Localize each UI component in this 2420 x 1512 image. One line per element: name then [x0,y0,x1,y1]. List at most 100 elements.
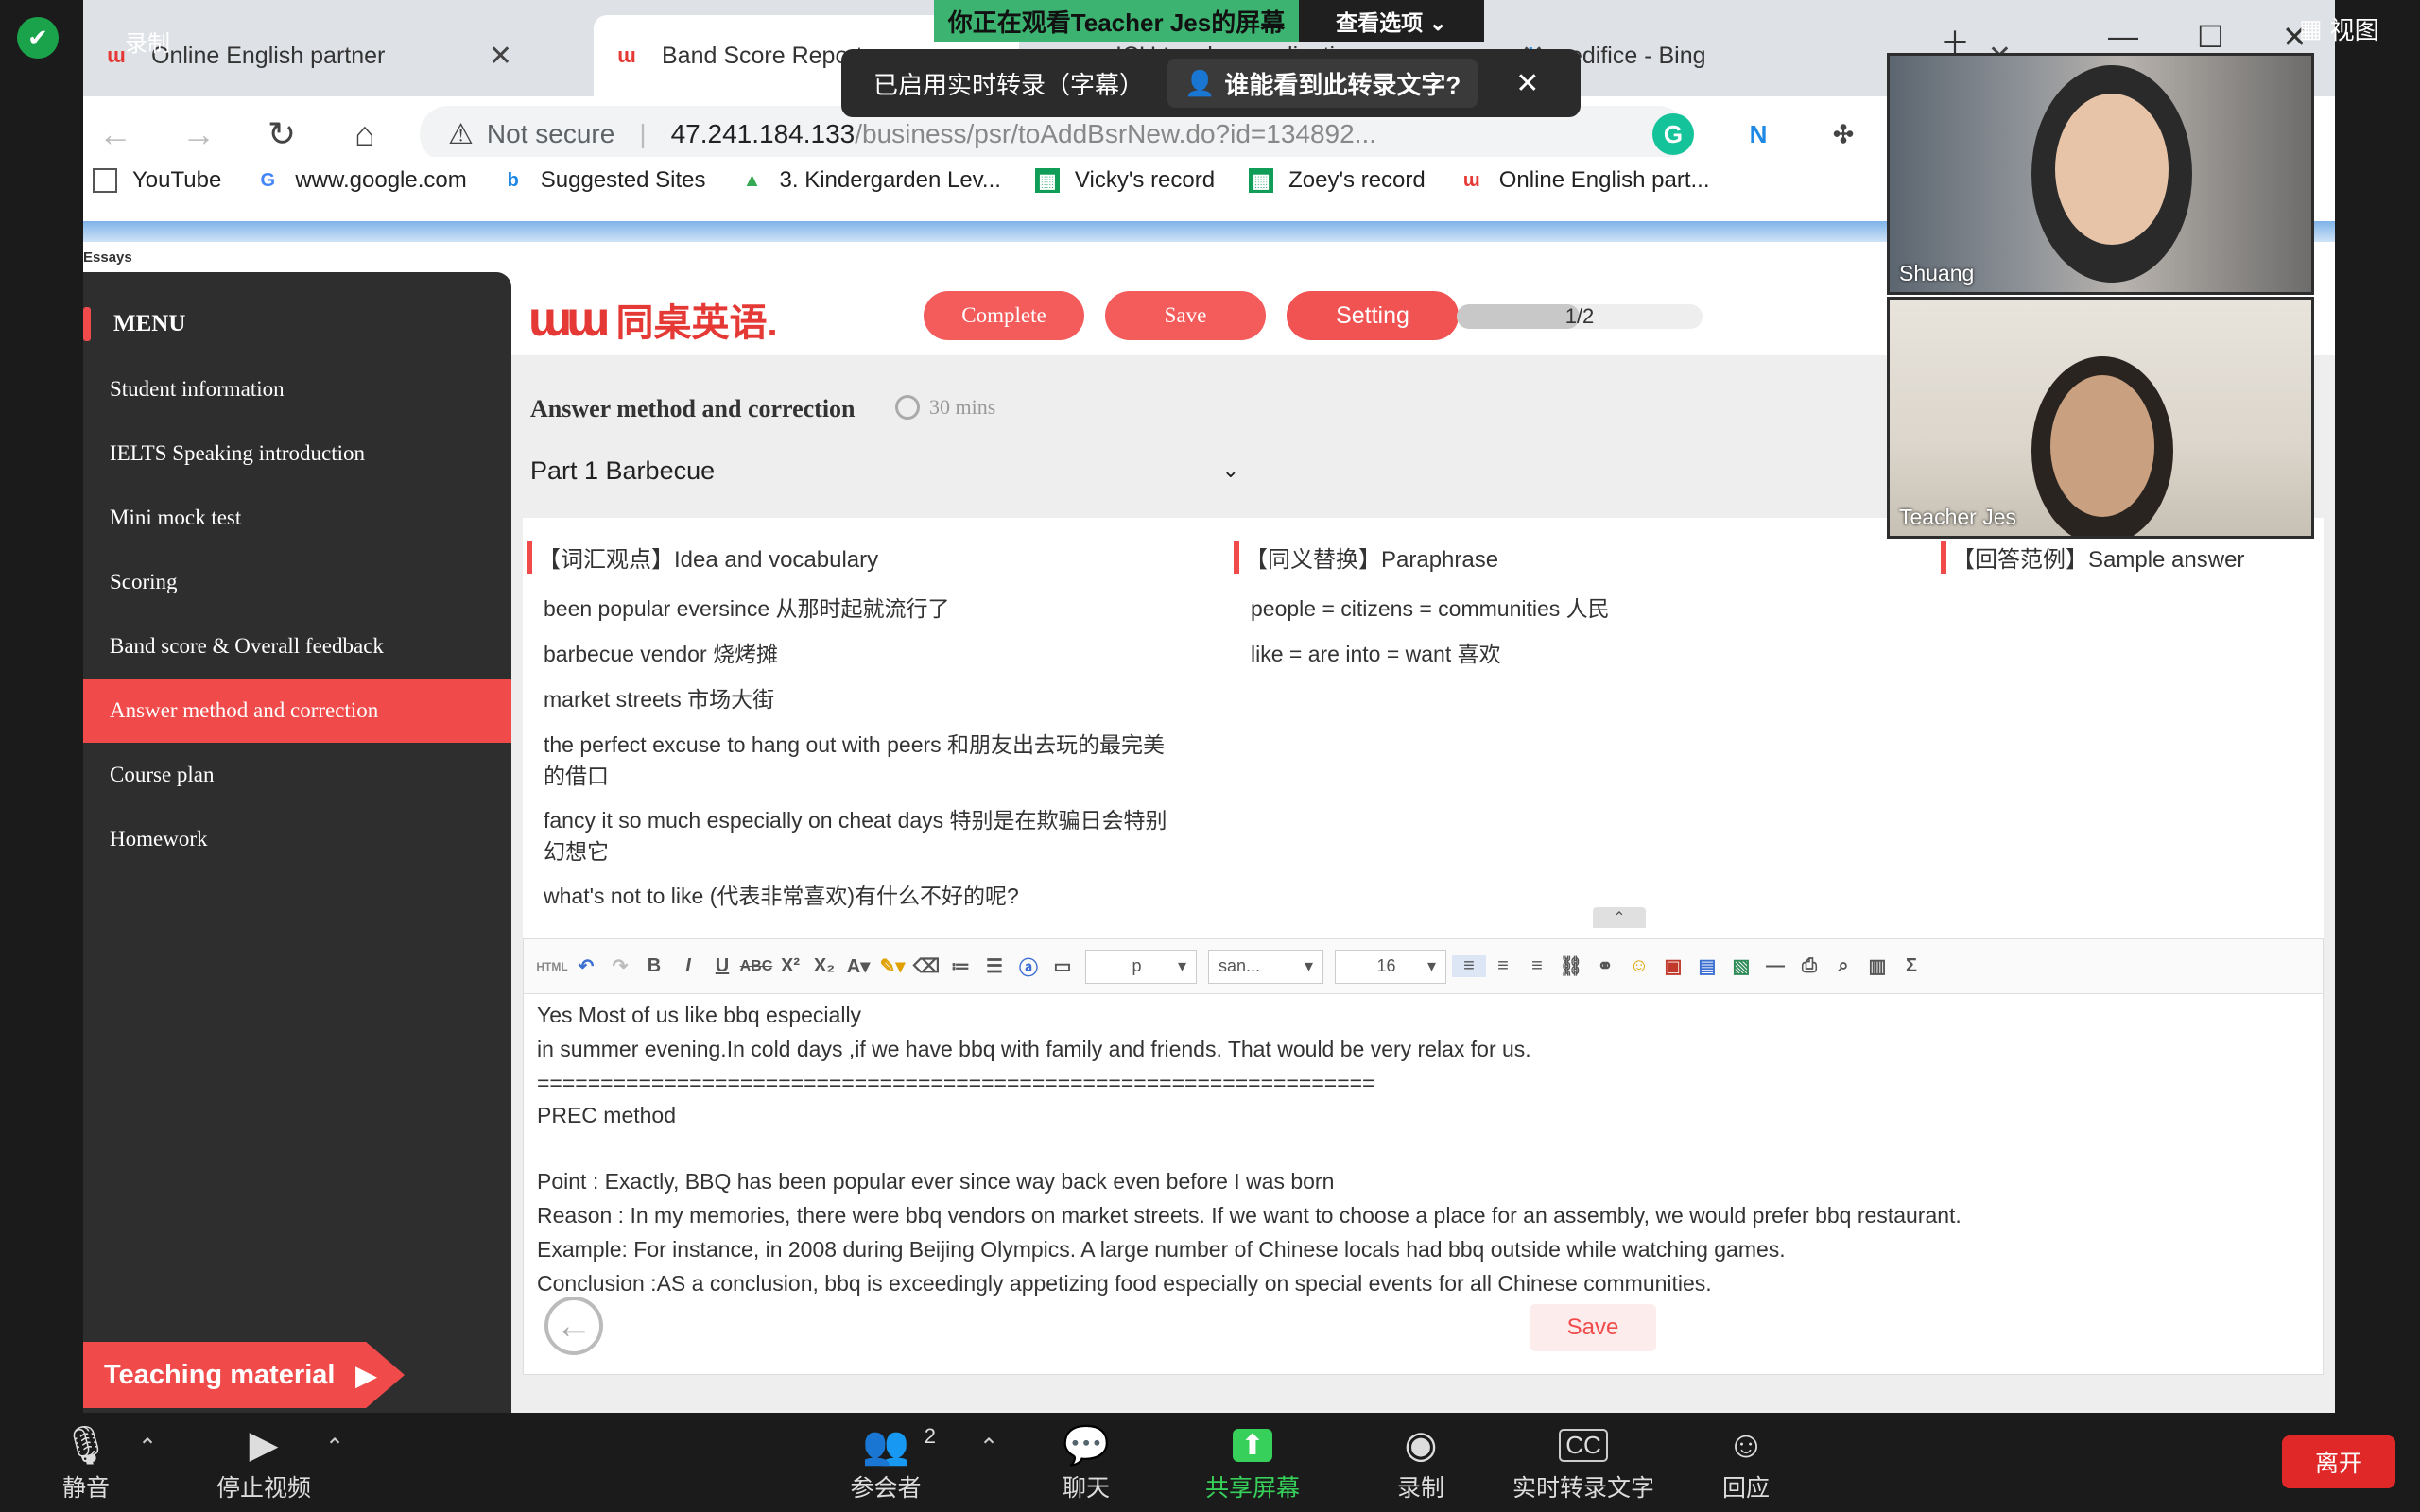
transcript-enabled-text: 已启用实时转录（字幕） [873,70,1145,99]
home-icon[interactable]: ⌂ [340,110,389,159]
bookmark-kindergarden[interactable]: ▲ 3. Kindergarden Lev... [740,167,1001,194]
bookmark-google[interactable]: Gwww.google.com [255,167,467,194]
unlink-icon[interactable]: ⚭ [1588,954,1622,978]
save-button[interactable]: Save [1105,291,1266,340]
participant-video-shuang[interactable]: Shuang [1887,53,2314,295]
formula-icon[interactable]: Σ [1894,955,1928,977]
strikethrough-icon[interactable]: ABC [739,958,773,975]
close-tab-icon[interactable]: ✕ [489,40,512,73]
font-color-icon[interactable]: A▾ [841,954,875,978]
editor-text[interactable]: Yes Most of us like bbq especially in su… [537,998,2314,1300]
italic-icon[interactable]: I [671,955,705,977]
video-options-icon[interactable]: ⌃ [325,1434,344,1461]
microphone-icon: 🎙 [61,1424,111,1467]
insert-picture-icon[interactable]: ▧ [1724,954,1758,978]
close-notice-icon[interactable]: ✕ [1515,67,1539,100]
underline-icon[interactable]: U [705,955,739,977]
undo-icon[interactable]: ↶ [569,954,603,978]
warning-icon: ⚠ [448,118,474,150]
font-size-select[interactable]: 16 ▾ [1335,949,1446,984]
editor-line: in summer evening.In cold days ,if we ha… [537,1037,1531,1061]
menu-accent-bar [83,307,91,341]
camera-icon: ▶ [249,1424,279,1466]
paragraph-format-select[interactable]: p ▾ [1085,949,1197,984]
stop-video-button[interactable]: ▶ 停止视频 [193,1420,335,1503]
unordered-list-icon[interactable]: ☰ [977,954,1011,978]
template-icon[interactable]: ▥ [1860,954,1894,978]
share-screen-button[interactable]: ⬆ 共享屏幕 [1182,1420,1323,1503]
subscript-icon[interactable]: X₂ [807,955,841,977]
chat-button[interactable]: 💬 聊天 [1015,1420,1157,1503]
setting-button[interactable]: Setting [1287,291,1459,340]
rich-text-editor[interactable]: HTML ↶ ↷ B I U ABC X² X₂ A▾ ✎▾ ⌫ ≔ ☰ ⓐ ▭ [523,938,2324,1375]
mute-button[interactable]: 🎙 静音 [15,1420,157,1503]
extension-n-icon[interactable]: N [1737,113,1779,155]
leave-meeting-button[interactable]: 离开 [2282,1435,2395,1488]
complete-button[interactable]: Complete [924,291,1084,340]
sidebar-item-answer-method[interactable]: Answer method and correction [83,679,511,743]
reload-icon[interactable]: ↻ [257,110,306,159]
extensions-puzzle-icon[interactable]: ✣ [1823,113,1864,155]
bookmark-online-english-partner[interactable]: ɯ Online English part... [1460,167,1710,194]
highlight-color-icon[interactable]: ✎▾ [875,954,909,978]
align-left-icon[interactable]: ≡ [1452,955,1486,977]
superscript-icon[interactable]: X² [773,955,807,977]
minimize-icon[interactable]: — [2108,19,2138,54]
editor-line: Yes Most of us like bbq especially [537,1003,862,1027]
reactions-button[interactable]: ☺ 回应 [1675,1420,1817,1503]
who-can-see-button[interactable]: 👤 谁能看到此转录文字? [1167,59,1478,108]
sidebar-item-scoring[interactable]: Scoring [83,550,511,614]
align-center-icon[interactable]: ≡ [1486,955,1520,977]
maximize-icon[interactable]: ☐ [2197,19,2224,55]
video-icon[interactable]: ▤ [1690,954,1724,978]
bookmark-zoey-record[interactable]: ▦ Zoey's record [1249,167,1426,194]
blockquote-icon[interactable]: ⓐ [1011,953,1046,980]
image-icon[interactable]: ▣ [1656,954,1690,978]
forward-icon[interactable]: → [174,110,223,159]
participants-button[interactable]: 👥 参会者 2 [815,1420,957,1503]
paste-text-icon[interactable]: ▭ [1046,954,1080,978]
participant-video-teacher-jes[interactable]: Teacher Jes [1887,297,2314,539]
sidebar-item-mini-mock-test[interactable]: Mini mock test [83,486,511,550]
sidebar-item-ielts-speaking-introduction[interactable]: IELTS Speaking introduction [83,421,511,486]
view-options-button[interactable]: 查看选项 ⌄ [1299,0,1484,42]
back-icon[interactable]: ← [91,110,140,159]
align-right-icon[interactable]: ≡ [1520,955,1554,977]
font-family-select[interactable]: san... ▾ [1208,949,1323,984]
preview-icon[interactable]: ⌕ [1826,955,1860,977]
collapse-toggle[interactable]: ⌃ [1593,907,1646,928]
sidebar-item-band-score-feedback[interactable]: Band score & Overall feedback [83,614,511,679]
sidebar-menu: MENU Student information IELTS Speaking … [83,272,511,1413]
audio-options-icon[interactable]: ⌃ [138,1434,157,1461]
part-select[interactable]: Part 1 Barbecue ⌄ [530,446,1239,495]
sidebar-item-student-information[interactable]: Student information [83,357,511,421]
bookmark-suggested-sites[interactable]: b Suggested Sites [501,167,706,194]
live-transcript-button[interactable]: CC 实时转录文字 [1512,1420,1654,1503]
bookmark-youtube[interactable]: YouTube [93,167,221,194]
grid-icon: ▦ [2299,14,2323,43]
back-arrow-button[interactable]: ← [544,1297,603,1355]
gallery-view-button[interactable]: ▦ 视图 [2299,11,2379,46]
sidebar-item-homework[interactable]: Homework [83,807,511,871]
link-icon[interactable]: ⛓ [1554,954,1588,978]
teaching-material-button[interactable]: Teaching material ▶ [83,1342,405,1408]
vocab-item: barbecue vendor 烧烤摊 [544,642,779,666]
redo-icon[interactable]: ↷ [603,954,637,978]
security-shield-icon[interactable]: ✔ [17,17,59,59]
emoji-icon: ☺ [1726,1423,1766,1466]
ordered-list-icon[interactable]: ≔ [943,954,977,978]
horizontal-rule-icon[interactable]: — [1758,955,1792,977]
sidebar-item-course-plan[interactable]: Course plan [83,743,511,807]
bold-icon[interactable]: B [637,955,671,977]
eraser-icon[interactable]: ⌫ [909,954,943,978]
print-icon[interactable]: ⎙ [1792,955,1826,977]
html-source-icon[interactable]: HTML [535,960,569,973]
record-button[interactable]: ◉ 录制 [1350,1420,1492,1503]
emoticon-icon[interactable]: ☺ [1622,955,1656,977]
bookmark-vicky-record[interactable]: ▦ Vicky's record [1034,167,1215,194]
editor-save-button[interactable]: Save [1530,1304,1656,1351]
page-icon [93,168,117,193]
participants-options-icon[interactable]: ⌃ [979,1434,998,1461]
grammarly-icon[interactable]: G [1652,113,1694,155]
face-shape [2050,375,2154,517]
